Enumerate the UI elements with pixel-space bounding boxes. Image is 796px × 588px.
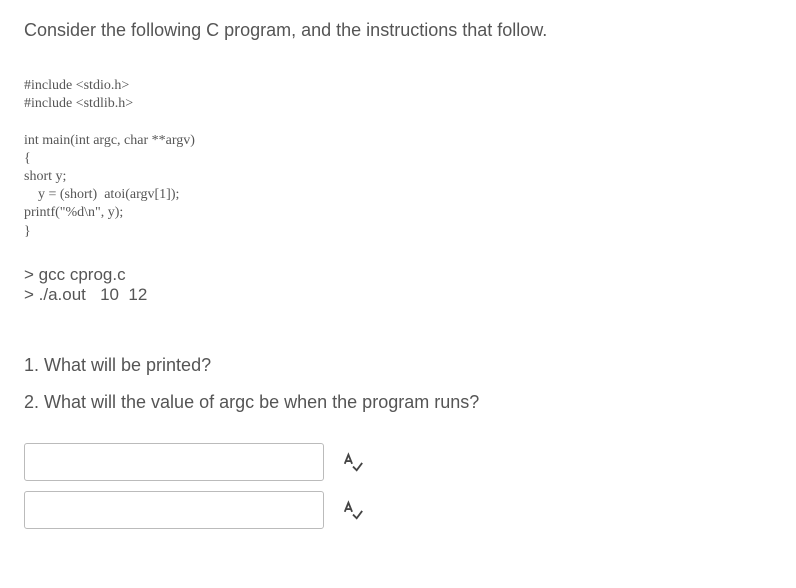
answer-area bbox=[24, 443, 772, 529]
answer-row-1 bbox=[24, 443, 772, 481]
question-2: 2. What will the value of argc be when t… bbox=[24, 392, 772, 413]
spellcheck-icon[interactable] bbox=[342, 499, 364, 521]
question-1: 1. What will be printed? bbox=[24, 355, 772, 376]
intro-text: Consider the following C program, and th… bbox=[24, 20, 772, 41]
answer-row-2 bbox=[24, 491, 772, 529]
answer-input-2[interactable] bbox=[24, 491, 324, 529]
spellcheck-icon[interactable] bbox=[342, 451, 364, 473]
c-source-code: #include <stdio.h> #include <stdlib.h> i… bbox=[24, 77, 772, 241]
answer-input-1[interactable] bbox=[24, 443, 324, 481]
shell-commands: > gcc cprog.c > ./a.out 10 12 bbox=[24, 265, 772, 305]
